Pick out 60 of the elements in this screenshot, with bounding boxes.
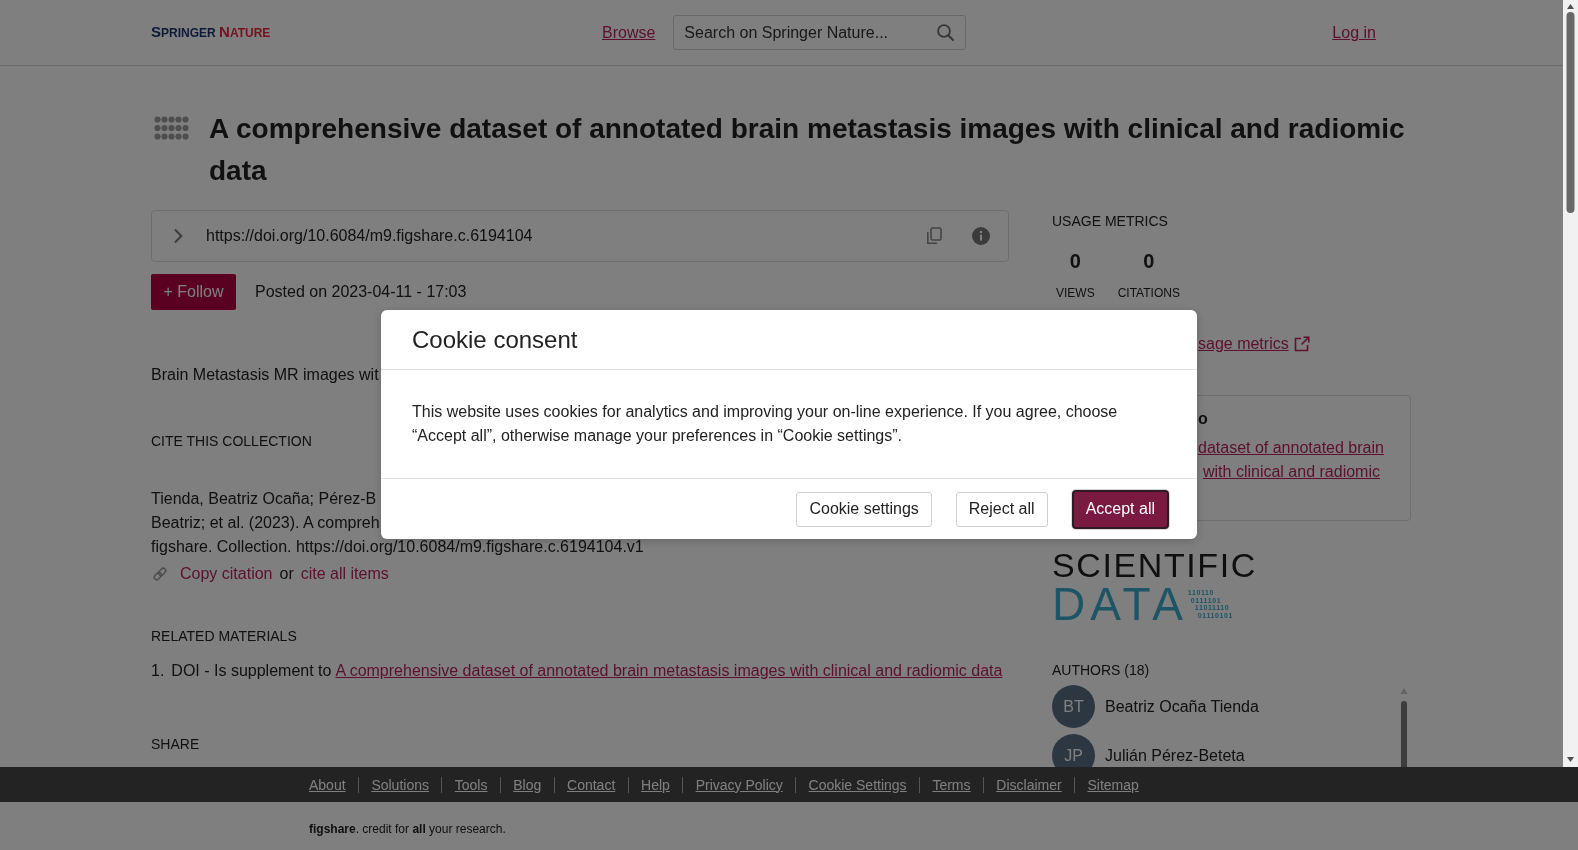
info-icon[interactable] [972,227,990,245]
related-link[interactable]: dataset of annotated brain [1198,436,1384,460]
footer-link[interactable]: About [309,776,358,793]
follow-button[interactable]: + Follow [151,274,236,310]
list-number: 1. [151,661,165,681]
chevron-icon[interactable] [173,228,183,244]
link-icon [152,566,168,582]
footer-link[interactable]: Contact [553,776,628,793]
metric-label: CITATIONS [1117,285,1180,301]
related-link[interactable]: with clinical and radiomic [1203,460,1380,484]
related-link[interactable]: A comprehensive dataset of annotated brain metastasis images with clinical and radiomic data [335,659,1003,683]
brand-logo[interactable]: SPRINGER NATURE [151,24,271,41]
citation-text: Tienda, Beatriz Ocaña; Pérez-B [151,489,377,509]
author-name[interactable]: Beatriz Ocaña Tienda [1105,697,1259,716]
or-text: or [279,565,294,583]
secondary-button[interactable]: Cookie settings [796,491,932,527]
relation-text: DOI - Is supplement to [171,661,332,681]
section-heading: USAGE METRICS [1052,212,1168,231]
page-scrollbar[interactable] [1563,0,1578,767]
browse-link[interactable]: Browse [602,23,656,42]
secondary-button[interactable]: Reject all [955,491,1048,527]
footer-link[interactable]: Cookie Settings [795,776,919,793]
search-field[interactable]: Search on Springer Nature... [673,15,967,50]
footer-link[interactable]: Help [627,776,683,793]
external-link-icon [1293,336,1310,352]
item-title: A comprehensive dataset of annotated brain metastasis images with clinical and radiomic data [209,112,1406,188]
footer-link[interactable]: Privacy Policy [682,776,796,793]
author-name[interactable]: Julián Pérez-Beteta [1105,746,1245,765]
section-heading: SHARE [151,735,200,754]
section-heading: AUTHORS (18) [1052,661,1150,680]
metric-label: VIEWS [1056,285,1095,301]
footer-link[interactable]: Disclaimer [982,776,1075,793]
section-heading: RELATED MATERIALS [151,627,297,646]
metric-value: 0 [1069,249,1081,273]
avatar: JP [1052,734,1095,767]
metric-value: 0 [1143,249,1155,273]
citation-text: Beatriz; et al. (2023). A compreh [151,513,380,533]
dialog-title: Cookie consent [412,324,578,355]
grid-icon [154,116,189,140]
posted-date-text: Posted on 2023-04-11 - 17:03 [255,283,467,301]
section-heading: CITE THIS COLLECTION [151,432,312,451]
copy-icon[interactable] [926,227,942,245]
usage-metrics-link[interactable]: sage metrics [1198,332,1289,356]
footer-link[interactable]: Terms [919,776,983,793]
footer-link[interactable]: Solutions [358,776,442,793]
cite-all-link[interactable]: cite all items [300,565,389,583]
card-heading: o [1198,409,1208,429]
dialog-text: This website uses cookies for analytics and improving your on-line experience. If you agree, choose “Accept all”, otherwise manage your preferences in “Cookie settings”. [412,402,1119,446]
description-text: Brain Metastasis MR images wit [151,365,379,385]
doi-url-text: https://doi.org/10.6084/m9.figshare.c.6194104 [206,227,534,245]
copy-citation-link[interactable]: Copy citation [180,565,273,583]
tagline-text: figshare. credit for all your research. [309,822,506,836]
login-link[interactable]: Log in [1332,23,1376,42]
footer-link[interactable]: Sitemap [1074,776,1152,793]
primary-button[interactable]: Accept all [1071,489,1169,529]
search-icon[interactable] [937,24,955,41]
footer-link[interactable]: Blog [499,776,554,793]
avatar: BT [1052,685,1095,728]
footer-link[interactable]: Tools [441,776,500,793]
citation-text: figshare. Collection. https://doi.org/10.6084/m9.figshare.c.6194104.v1 [151,537,644,557]
